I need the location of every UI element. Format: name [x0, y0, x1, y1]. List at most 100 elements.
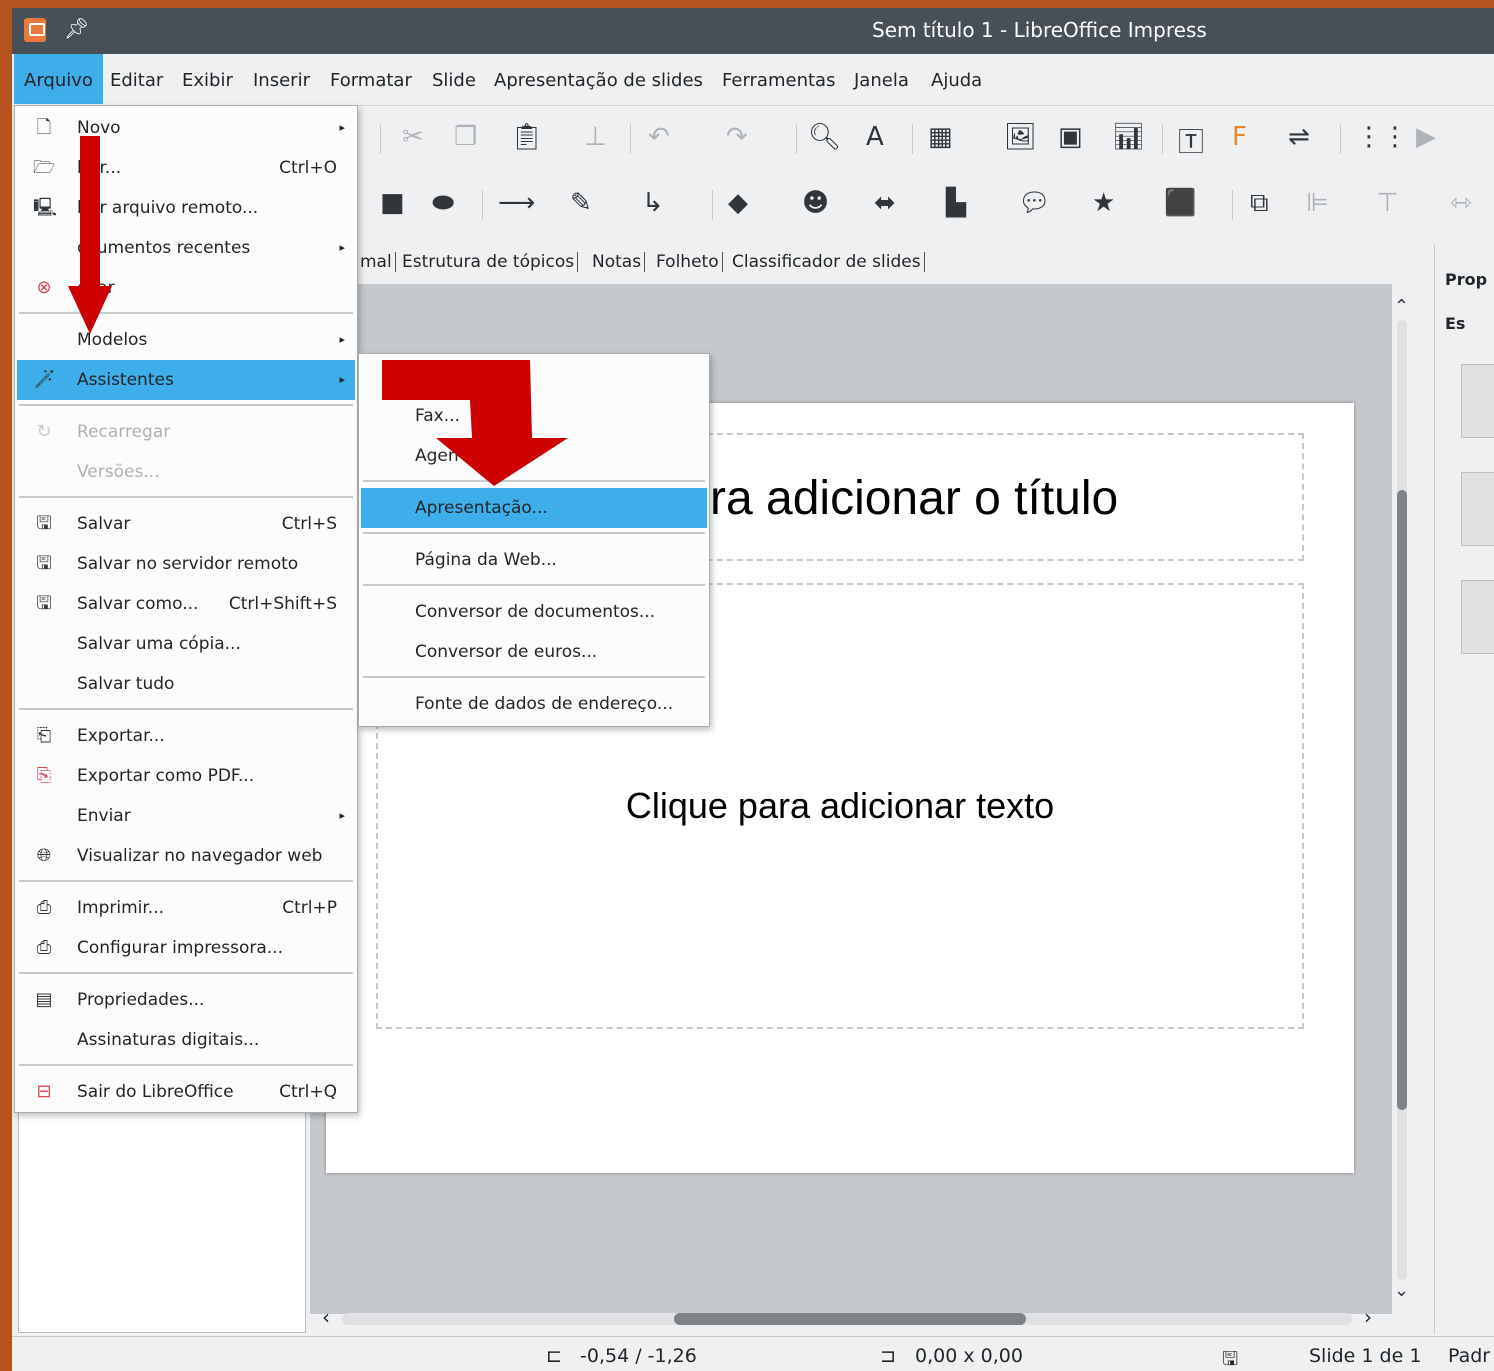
reload-icon: ↻	[36, 421, 52, 442]
menu-item-visualizar-web[interactable]: 🌐︎ Visualizar no navegador web	[17, 836, 355, 876]
menu-formatar[interactable]: Formatar	[320, 54, 422, 104]
menu-item-enviar[interactable]: Enviar ▸	[17, 796, 355, 836]
textbox-icon[interactable]: 🅃︎	[1178, 122, 1204, 159]
menu-item-conversor-euros[interactable]: Conversor de euros...	[361, 632, 707, 672]
menu-item-config-impressora[interactable]: ⎙ Configurar impressora...	[17, 928, 355, 968]
curve-icon[interactable]: ✎	[570, 188, 592, 218]
chart-icon[interactable]: 📊︎	[1112, 122, 1145, 152]
scroll-right-icon[interactable]: ›	[1364, 1305, 1372, 1329]
vertical-scroll-thumb[interactable]	[1397, 490, 1407, 1110]
size-readout: 0,00 x 0,00	[915, 1345, 1023, 1367]
connector-icon[interactable]: ↳	[642, 188, 664, 218]
menu-ajuda[interactable]: Ajuda	[921, 54, 992, 104]
sidebar-section[interactable]: Es	[1445, 314, 1465, 333]
menu-janela[interactable]: Janela	[844, 54, 919, 104]
ellipse-icon[interactable]: ⬬	[432, 188, 454, 219]
menu-item-salvar-copia[interactable]: Salvar uma cópia...	[17, 624, 355, 664]
menu-inserir[interactable]: Inserir	[243, 54, 320, 104]
menu-exibir[interactable]: Exibir	[172, 54, 243, 104]
media-icon[interactable]: ▣	[1058, 122, 1083, 152]
tab-folheto[interactable]: Folheto	[653, 252, 723, 272]
menu-item-imprimir[interactable]: ⎙ Imprimir... Ctrl+P	[17, 888, 355, 928]
table-icon[interactable]: ▦	[928, 122, 953, 152]
distribute-icon[interactable]: ⊤	[1376, 188, 1399, 218]
close-icon: ⊗	[36, 277, 52, 298]
window-title: Sem título 1 - LibreOffice Impress	[872, 18, 1207, 42]
pin-icon[interactable]: 📌︎	[64, 16, 89, 40]
menu-editar[interactable]: Editar	[100, 54, 173, 104]
horizontal-scroll-thumb[interactable]	[674, 1313, 1026, 1325]
tab-estrutura[interactable]: Estrutura de tópicos	[399, 252, 579, 272]
menu-item-assinaturas[interactable]: Assinaturas digitais...	[17, 1020, 355, 1060]
save-status-icon: 🖫	[1222, 1348, 1239, 1370]
line-icon[interactable]: ⟶	[498, 188, 535, 218]
find-icon[interactable]: 🔍︎	[808, 122, 841, 152]
menu-slide[interactable]: Slide	[422, 54, 486, 104]
menu-ferramentas[interactable]: Ferramentas	[712, 54, 845, 104]
block-arrows-icon[interactable]: ⬌	[874, 188, 896, 218]
menu-item-exportar[interactable]: ⎗ Exportar...	[17, 716, 355, 756]
menu-item-exportar-pdf[interactable]: ⎘ Exportar como PDF...	[17, 756, 355, 796]
clone-format-icon[interactable]: ⊥	[584, 122, 607, 152]
status-bar: ⊏ -0,54 / -1,26 ⊐ 0,00 x 0,00 🖫 Slide 1 …	[12, 1336, 1494, 1371]
remote-file-icon: 🖳	[33, 197, 58, 218]
scroll-down-icon[interactable]: ⌄	[1394, 1280, 1409, 1301]
menu-arquivo[interactable]: Arquivo	[14, 54, 103, 104]
menu-item-assistentes[interactable]: 🪄︎ Assistentes ▸	[17, 360, 355, 400]
symbol-shapes-icon[interactable]: ☻	[802, 188, 829, 218]
field-icon[interactable]: ⇌	[1288, 122, 1310, 152]
tab-notas[interactable]: Notas	[589, 252, 646, 272]
menu-apresentacao-slides[interactable]: Apresentação de slides	[484, 54, 713, 104]
scroll-up-icon[interactable]: ⌃	[1394, 296, 1409, 317]
flowchart-icon[interactable]: ▙	[946, 188, 966, 218]
menu-item-sair[interactable]: ⊟ Sair do LibreOffice Ctrl+Q	[17, 1072, 355, 1112]
rectangle-icon[interactable]: ■	[380, 188, 405, 218]
image-icon[interactable]: 🖼︎	[1004, 122, 1037, 152]
undo-icon[interactable]: ↶	[648, 122, 670, 152]
printer-icon: ⎙	[36, 897, 52, 918]
paste-icon[interactable]: 📋︎	[510, 122, 543, 152]
menu-item-fonte-dados[interactable]: Fonte de dados de endereço...	[361, 684, 707, 724]
tab-classificador[interactable]: Classificador de slides	[729, 252, 925, 272]
layout-thumb[interactable]	[1461, 364, 1494, 438]
slide-pane[interactable]	[18, 1088, 306, 1333]
layout-thumb[interactable]	[1461, 580, 1494, 654]
3d-object-icon[interactable]: ⬛	[1164, 188, 1196, 218]
master-slide-name[interactable]: Padr	[1448, 1345, 1490, 1367]
save-icon: 🖫	[36, 513, 52, 534]
menu-bar: Arquivo Editar Exibir Inserir Formatar S…	[12, 54, 1494, 106]
flip-icon[interactable]: ⇿	[1450, 188, 1472, 218]
arrange-icon[interactable]: ⧉	[1250, 188, 1269, 219]
star-icon[interactable]: ★	[1092, 188, 1115, 218]
menu-item-salvar[interactable]: 🖫 Salvar Ctrl+S	[17, 504, 355, 544]
menu-item-salvar-remoto[interactable]: 🖫 Salvar no servidor remoto	[17, 544, 355, 584]
basic-shapes-icon[interactable]: ◆	[728, 188, 748, 218]
cut-icon[interactable]: ✂	[402, 122, 424, 152]
tab-normal[interactable]: mal	[357, 252, 396, 272]
annotation-arrow-bent	[382, 360, 568, 486]
menu-item-pagina-web[interactable]: Página da Web...	[361, 540, 707, 580]
align-icon[interactable]: ⊫	[1306, 188, 1329, 218]
start-slideshow-icon[interactable]: ▶	[1416, 122, 1436, 152]
vertical-scrollbar[interactable]: ⌃ ⌄	[1394, 290, 1410, 1310]
menu-item-propriedades[interactable]: ▤ Propriedades...	[17, 980, 355, 1020]
position-readout: -0,54 / -1,26	[580, 1345, 697, 1367]
fontwork-icon[interactable]: F	[1232, 122, 1247, 152]
spelling-icon[interactable]: A	[866, 122, 884, 152]
menu-item-salvar-tudo[interactable]: Salvar tudo	[17, 664, 355, 704]
sidebar-header: Prop	[1445, 270, 1488, 289]
menu-item-apresentacao[interactable]: Apresentação...	[361, 488, 707, 528]
impress-app-icon[interactable]	[24, 18, 46, 42]
view-tabs: mal Estrutura de tópicos Notas Folheto C…	[357, 252, 1427, 282]
properties-sidebar: Prop Es	[1434, 244, 1494, 1334]
horizontal-scrollbar[interactable]: ‹ ›	[318, 1305, 1388, 1330]
menu-item-conversor-docs[interactable]: Conversor de documentos...	[361, 592, 707, 632]
export-icon: ⎗	[36, 725, 52, 746]
menu-item-salvar-como[interactable]: 🖫 Salvar como... Ctrl+Shift+S	[17, 584, 355, 624]
redo-icon[interactable]: ↷	[726, 122, 748, 152]
callout-icon[interactable]: 💬︎	[1018, 188, 1051, 218]
layout-thumb[interactable]	[1461, 472, 1494, 546]
scroll-left-icon[interactable]: ‹	[322, 1305, 330, 1329]
grid-icon[interactable]: ⋮⋮	[1356, 122, 1408, 152]
copy-icon[interactable]: ❐	[454, 122, 477, 152]
